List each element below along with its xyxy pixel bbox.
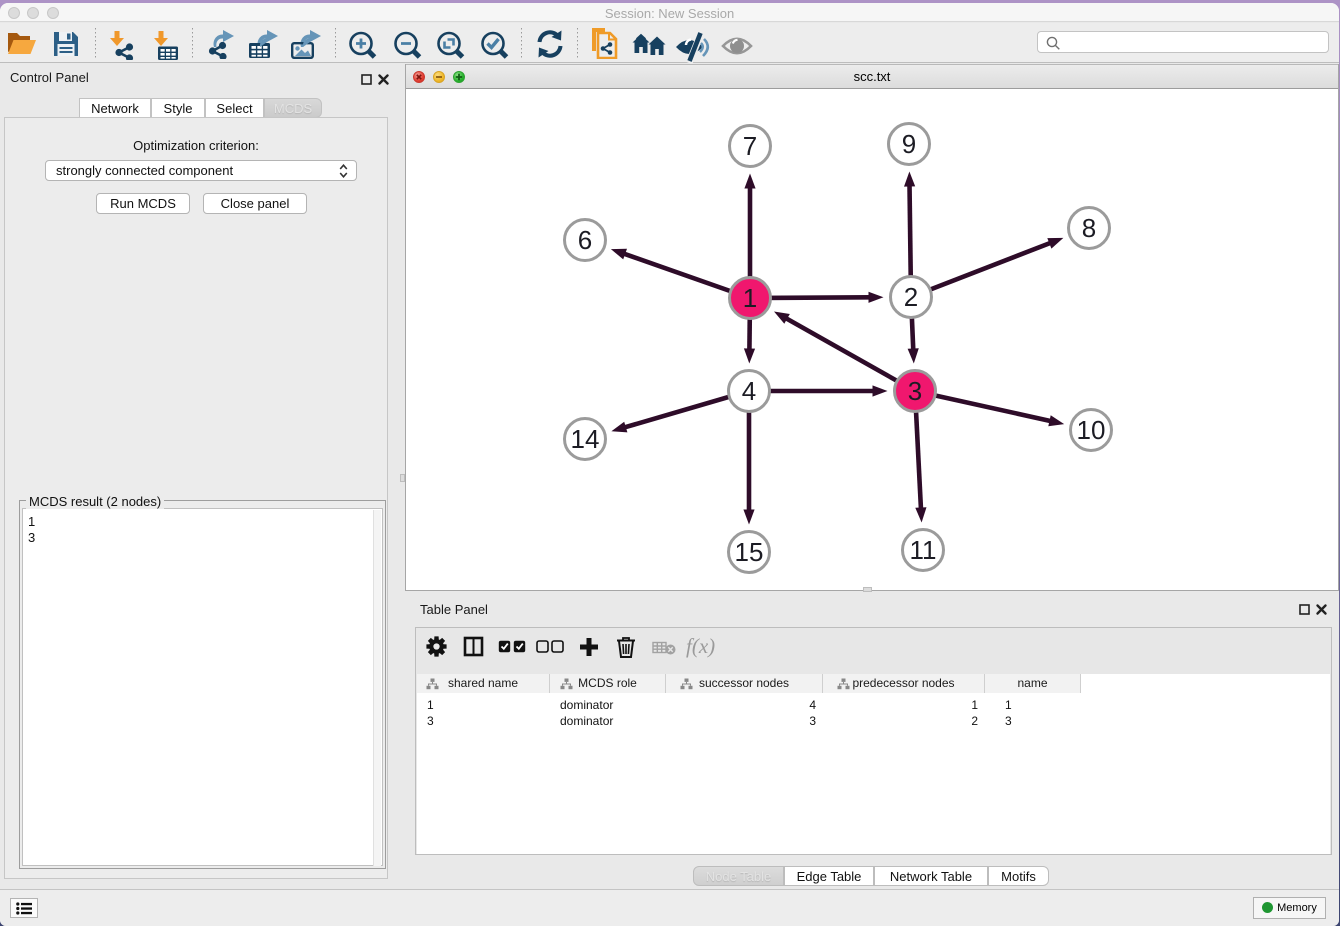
svg-text:7: 7 [743, 131, 757, 161]
svg-text:9: 9 [902, 129, 916, 159]
svg-text:10: 10 [1077, 415, 1106, 445]
svg-text:15: 15 [735, 537, 764, 567]
svg-text:4: 4 [742, 376, 756, 406]
svg-text:8: 8 [1082, 213, 1096, 243]
svg-text:11: 11 [910, 535, 937, 565]
svg-text:1: 1 [743, 283, 757, 313]
svg-text:14: 14 [571, 424, 600, 454]
svg-text:6: 6 [578, 225, 592, 255]
svg-text:3: 3 [908, 376, 922, 406]
svg-text:2: 2 [904, 282, 918, 312]
